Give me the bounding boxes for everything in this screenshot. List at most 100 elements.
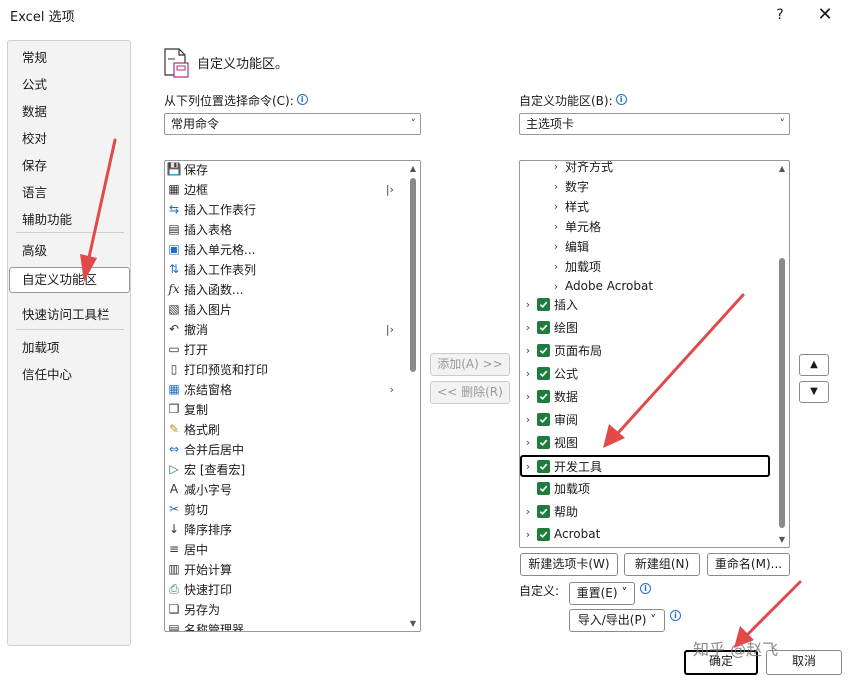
expand-chevron-icon[interactable]: › xyxy=(550,260,562,273)
tree-item[interactable]: › 审阅 xyxy=(522,409,578,429)
new-group-button[interactable]: 新建组(N) xyxy=(624,553,700,576)
scroll-up-icon[interactable]: ▲ xyxy=(407,163,419,175)
command-item[interactable]: ▧ 插入图片 xyxy=(166,299,404,319)
command-item[interactable]: 💾 保存 xyxy=(166,161,404,179)
scroll-thumb[interactable] xyxy=(410,178,416,372)
command-item[interactable]: ↶ 撤消 |› xyxy=(166,319,404,339)
nav-item-8[interactable]: 自定义功能区 xyxy=(9,267,130,293)
close-button[interactable]: ✕ xyxy=(812,3,838,27)
command-item[interactable]: A 减小字号 xyxy=(166,479,404,499)
nav-item-7[interactable]: 高级 xyxy=(22,240,47,259)
tab-checkbox[interactable] xyxy=(537,459,550,473)
tree-item[interactable]: › 开发工具 xyxy=(520,455,770,477)
command-item[interactable]: ▷ 宏 [查看宏] xyxy=(166,459,404,479)
choose-commands-combo[interactable]: 常用命令 ˅ xyxy=(164,113,421,135)
command-item[interactable]: ⎙ 快速打印 xyxy=(166,579,404,599)
ribbon-tree[interactable]: ▲ ▼ › 对齐方式 › 数字 › 样式 › 单元格 › 编辑 › 加载项 › Adobe Acrobat… xyxy=(519,160,790,548)
remove-button[interactable]: << 删除(R) xyxy=(430,381,510,404)
expand-chevron-icon[interactable]: › xyxy=(550,240,562,253)
expand-chevron-icon[interactable]: › xyxy=(522,413,534,426)
reset-button[interactable]: 重置(E) ˅ xyxy=(569,582,635,605)
expand-chevron-icon[interactable]: › xyxy=(522,321,534,334)
tree-item[interactable]: › 插入 xyxy=(522,294,578,314)
command-item[interactable]: ↓ 降序排序 xyxy=(166,519,404,539)
command-item[interactable]: ✂ 剪切 xyxy=(166,499,404,519)
nav-item-5[interactable]: 语言 xyxy=(22,182,47,201)
command-item[interactable]: ≡ 居中 xyxy=(166,539,404,559)
info-icon[interactable]: i xyxy=(667,607,681,621)
add-button[interactable]: 添加(A) >> xyxy=(430,353,510,376)
command-item[interactable]: ❐ 复制 xyxy=(166,399,404,419)
tab-checkbox[interactable] xyxy=(537,389,550,403)
import-export-button[interactable]: 导入/导出(P) ˅ xyxy=(569,609,665,632)
tab-checkbox[interactable] xyxy=(537,481,550,495)
expand-chevron-icon[interactable]: › xyxy=(522,460,534,473)
info-icon[interactable]: i xyxy=(637,580,651,594)
tree-item[interactable]: › Acrobat xyxy=(522,524,601,544)
command-item[interactable]: ⇅ 插入工作表列 xyxy=(166,259,404,279)
tree-item[interactable]: › 对齐方式 xyxy=(550,161,613,176)
ribbon-tabs-combo[interactable]: 主选项卡 ˅ xyxy=(519,113,790,135)
nav-item-9[interactable]: 快速访问工具栏 xyxy=(22,304,110,323)
move-down-button[interactable]: ▼ xyxy=(799,381,829,403)
command-item[interactable]: ⇔ 合并后居中 xyxy=(166,439,404,459)
nav-item-3[interactable]: 校对 xyxy=(22,128,47,147)
command-item[interactable]: ▯ 打印预览和打印 xyxy=(166,359,404,379)
expand-chevron-icon[interactable]: › xyxy=(522,390,534,403)
tree-item[interactable]: › 单元格 xyxy=(550,216,601,236)
expand-chevron-icon[interactable]: › xyxy=(522,505,534,518)
command-item[interactable]: ⇆ 插入工作表行 xyxy=(166,199,404,219)
tree-item[interactable]: › 公式 xyxy=(522,363,578,383)
tab-checkbox[interactable] xyxy=(537,320,550,334)
new-tab-button[interactable]: 新建选项卡(W) xyxy=(520,553,618,576)
scroll-down-icon[interactable]: ▼ xyxy=(776,534,788,546)
expand-chevron-icon[interactable]: › xyxy=(522,436,534,449)
tree-item[interactable]: › 编辑 xyxy=(550,236,589,256)
scroll-thumb[interactable] xyxy=(779,258,785,528)
expand-chevron-icon[interactable]: › xyxy=(522,344,534,357)
nav-item-11[interactable]: 信任中心 xyxy=(22,364,72,383)
tab-checkbox[interactable] xyxy=(537,435,550,449)
command-item[interactable]: ✎ 格式刷 xyxy=(166,419,404,439)
command-item[interactable]: fx 插入函数... xyxy=(166,279,404,299)
nav-item-10[interactable]: 加载项 xyxy=(22,337,60,356)
expand-chevron-icon[interactable]: › xyxy=(522,528,534,541)
command-item[interactable]: ▭ 打开 xyxy=(166,339,404,359)
tree-item[interactable]: › Adobe Acrobat xyxy=(550,276,653,296)
command-item[interactable]: ▦ 边框 |› xyxy=(166,179,404,199)
command-item[interactable]: ▦ 冻结窗格 › xyxy=(166,379,404,399)
commands-list[interactable]: ▲ ▼ 💾 保存 ▦ 边框 |› ⇆ 插入工作表行 ▤ 插入表格 ▣ 插入单元格... ⇅ 插入工作表列… xyxy=(164,160,421,632)
tree-item[interactable]: › 页面布局 xyxy=(522,340,602,360)
nav-item-0[interactable]: 常规 xyxy=(22,47,47,66)
nav-item-2[interactable]: 数据 xyxy=(22,101,47,120)
tree-item[interactable]: › 帮助 xyxy=(522,501,578,521)
tree-item[interactable]: › 样式 xyxy=(550,196,589,216)
expand-chevron-icon[interactable]: › xyxy=(550,161,562,173)
nav-item-6[interactable]: 辅助功能 xyxy=(22,209,72,228)
rename-button[interactable]: 重命名(M)... xyxy=(707,553,790,576)
tree-item[interactable]: › 数字 xyxy=(550,176,589,196)
expand-chevron-icon[interactable]: › xyxy=(550,180,562,193)
tab-checkbox[interactable] xyxy=(537,504,550,518)
tree-item[interactable]: 加载项 xyxy=(522,478,590,498)
move-up-button[interactable]: ▲ xyxy=(799,354,829,376)
scroll-down-icon[interactable]: ▼ xyxy=(407,618,419,630)
expand-chevron-icon[interactable]: › xyxy=(522,367,534,380)
tab-checkbox[interactable] xyxy=(537,343,550,357)
expand-chevron-icon[interactable]: › xyxy=(522,298,534,311)
tree-scrollbar[interactable]: ▲ ▼ xyxy=(776,162,788,546)
help-button[interactable]: ? xyxy=(768,4,792,26)
tree-item[interactable]: › 视图 xyxy=(522,432,578,452)
tree-item[interactable]: › 绘图 xyxy=(522,317,578,337)
tab-checkbox[interactable] xyxy=(537,527,550,541)
tab-checkbox[interactable] xyxy=(537,297,550,311)
expand-chevron-icon[interactable]: › xyxy=(550,220,562,233)
nav-item-4[interactable]: 保存 xyxy=(22,155,47,174)
tab-checkbox[interactable] xyxy=(537,366,550,380)
commands-scrollbar[interactable]: ▲ ▼ xyxy=(407,162,419,630)
info-icon[interactable]: i xyxy=(296,94,308,105)
nav-item-1[interactable]: 公式 xyxy=(22,74,47,93)
tree-item[interactable]: › 加载项 xyxy=(550,256,601,276)
command-item[interactable]: ▣ 插入单元格... xyxy=(166,239,404,259)
command-item[interactable]: ▤ 名称管理器 xyxy=(166,619,404,631)
